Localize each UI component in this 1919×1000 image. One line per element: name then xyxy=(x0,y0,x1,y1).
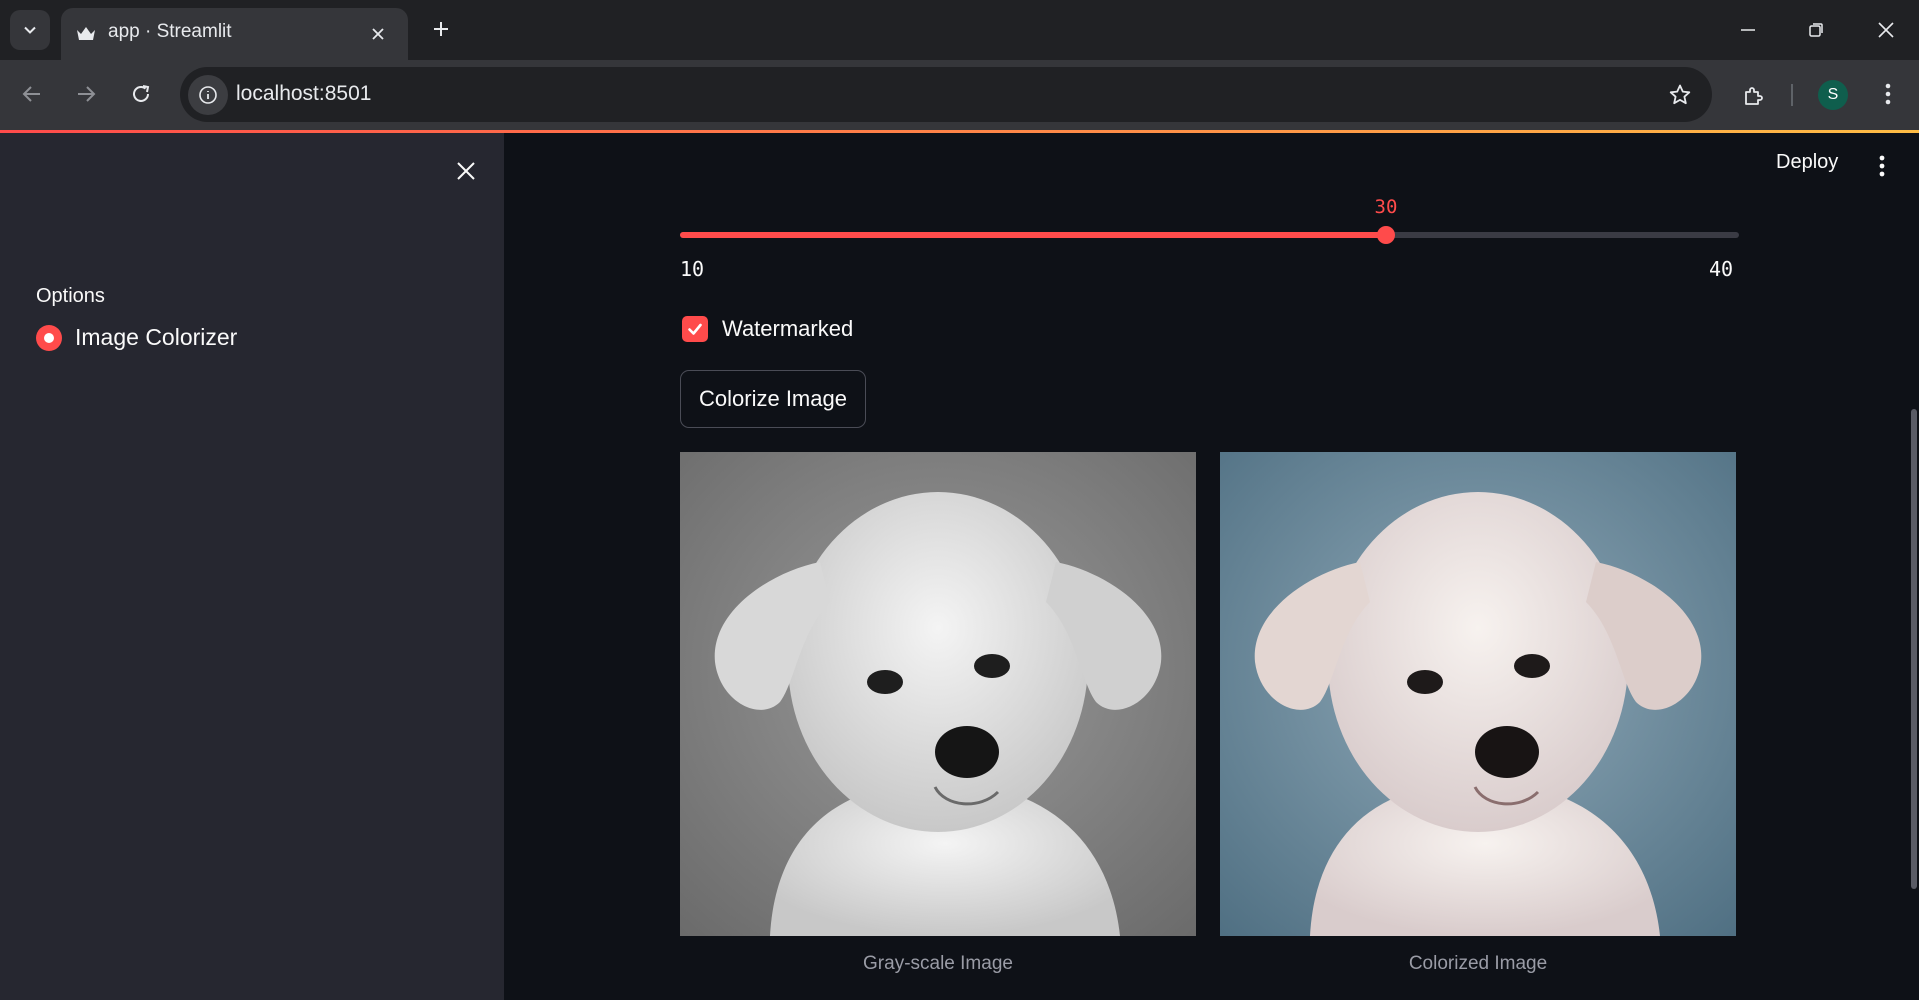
restore-icon xyxy=(1809,23,1823,37)
minimize-button[interactable] xyxy=(1718,8,1778,52)
checkbox-label: Watermarked xyxy=(722,316,854,341)
forward-button[interactable] xyxy=(66,74,106,114)
star-icon xyxy=(1669,84,1691,105)
bookmark-button[interactable] xyxy=(1660,75,1700,115)
minimize-icon xyxy=(1741,29,1755,31)
watermarked-checkbox[interactable]: Watermarked xyxy=(682,316,853,342)
slider-max-label: 40 xyxy=(1709,257,1734,281)
radio-option-label: Image Colorizer xyxy=(75,324,238,350)
slider-value-label: 30 xyxy=(1374,196,1398,218)
deploy-button[interactable]: Deploy xyxy=(1776,151,1838,174)
sidebar-radio-label: Options xyxy=(36,285,105,307)
streamlit-favicon-icon xyxy=(77,27,95,40)
back-arrow-icon xyxy=(22,86,40,102)
plus-icon xyxy=(434,22,448,36)
tab-search-button[interactable] xyxy=(10,10,50,50)
slider-min-label: 10 xyxy=(680,257,705,281)
chevron-down-icon xyxy=(24,26,36,34)
extensions-icon xyxy=(1745,87,1763,105)
reload-button[interactable] xyxy=(121,74,161,114)
browser-toolbar: localhost:8501 S xyxy=(0,60,1919,130)
sidebar-close-button[interactable] xyxy=(448,153,484,189)
close-icon xyxy=(457,162,475,180)
slider-track[interactable] xyxy=(680,226,1739,244)
site-info-button[interactable] xyxy=(188,75,228,115)
close-window-button[interactable] xyxy=(1856,8,1916,52)
kebab-menu-icon xyxy=(1879,155,1885,177)
checkmark-icon xyxy=(688,323,702,335)
new-tab-button[interactable] xyxy=(424,12,458,46)
kebab-menu-icon xyxy=(1885,83,1891,105)
grayscale-image xyxy=(680,452,1196,936)
main-scrollbar[interactable] xyxy=(1911,409,1917,889)
back-button[interactable] xyxy=(12,74,52,114)
browser-menu-button[interactable] xyxy=(1870,74,1906,114)
slider-fill xyxy=(680,232,1386,238)
main-content: Deploy 30 10 40 Watermarked Colorize Ima… xyxy=(504,133,1919,1000)
address-bar[interactable]: localhost:8501 xyxy=(180,67,1712,122)
colorized-image xyxy=(1220,452,1736,936)
site-info-icon xyxy=(199,86,217,104)
toolbar-separator xyxy=(1791,84,1793,106)
browser-tab[interactable]: app · Streamlit xyxy=(61,8,408,60)
browser-tab-strip: app · Streamlit xyxy=(0,0,1919,60)
grayscale-image-caption: Gray-scale Image xyxy=(863,953,1013,974)
puppy-gray-picture xyxy=(680,452,1196,936)
slider-thumb[interactable] xyxy=(1377,226,1395,244)
tab-title: app · Streamlit xyxy=(108,21,232,42)
close-window-icon xyxy=(1878,22,1894,38)
colorize-image-button[interactable]: Colorize Image xyxy=(680,370,866,428)
profile-avatar[interactable]: S xyxy=(1818,80,1848,110)
checkbox-checked-icon[interactable] xyxy=(682,316,708,342)
colorized-image-caption: Colorized Image xyxy=(1408,953,1548,974)
main-menu-button[interactable] xyxy=(1870,149,1894,183)
restore-button[interactable] xyxy=(1786,8,1846,52)
radio-selected-icon[interactable] xyxy=(36,324,62,351)
radio-option-image-colorizer[interactable]: Image Colorizer xyxy=(36,324,237,351)
extensions-button[interactable] xyxy=(1732,74,1776,118)
close-icon xyxy=(372,28,384,40)
sidebar: Options Image Colorizer xyxy=(0,133,504,1000)
url-text: localhost:8501 xyxy=(236,82,372,105)
puppy-color-picture xyxy=(1220,452,1736,936)
forward-arrow-icon xyxy=(78,86,96,102)
reload-icon xyxy=(133,85,150,102)
tab-close-button[interactable] xyxy=(364,20,392,48)
